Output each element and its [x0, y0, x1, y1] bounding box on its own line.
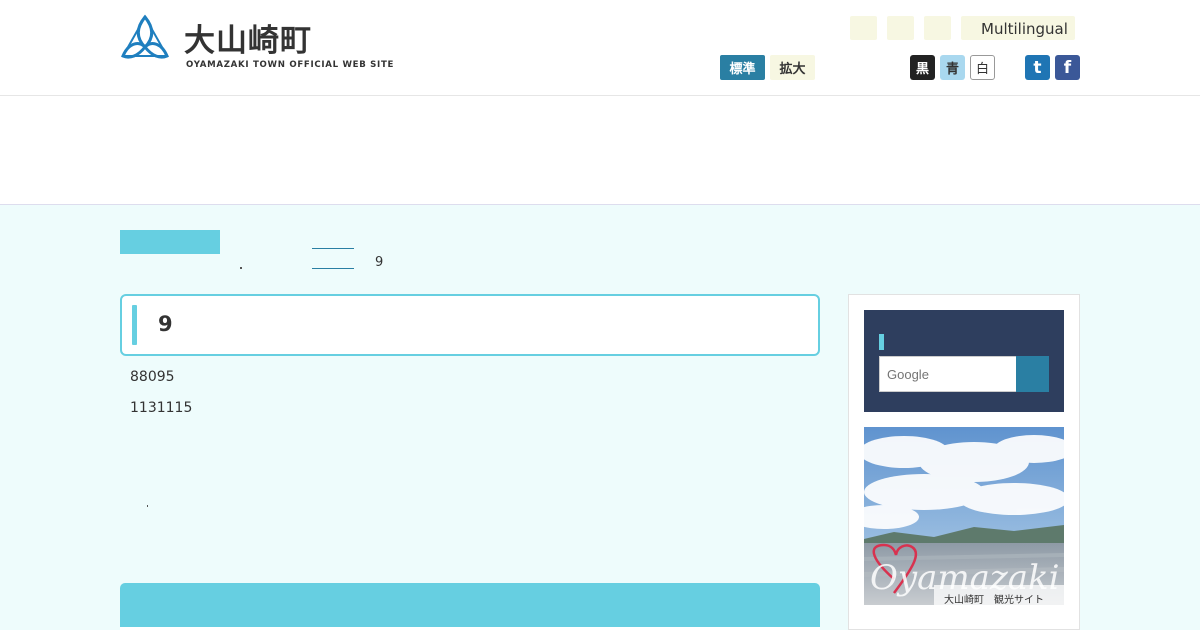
- search-input[interactable]: [879, 356, 1017, 392]
- top-nav-item-3[interactable]: [924, 16, 951, 40]
- theme-black-button[interactable]: 黒: [910, 55, 935, 80]
- body-punctuation: [147, 505, 148, 507]
- tourism-banner-caption: 大山崎町 観光サイト: [944, 595, 1044, 605]
- top-nav-item-2[interactable]: [887, 16, 914, 40]
- breadcrumb-link-2[interactable]: [312, 268, 354, 269]
- multilingual-label: Multilingual: [981, 20, 1068, 38]
- site-header: 大山崎町 OYAMAZAKI TOWN OFFICIAL WEB SITE Mu…: [0, 0, 1200, 96]
- search-button[interactable]: [1016, 356, 1049, 392]
- body-text-line: 88095: [130, 369, 175, 385]
- page-title: 9: [158, 312, 173, 336]
- twitter-icon[interactable]: t: [1025, 55, 1050, 80]
- page-title-box: 9: [120, 294, 820, 356]
- landscape-photo: Oyamazaki: [864, 427, 1064, 605]
- breadcrumb-separator: [240, 267, 242, 269]
- town-emblem-icon: [121, 14, 169, 59]
- sidebar: Oyamazaki 大山崎町 観光サイト: [848, 294, 1080, 630]
- top-nav-item-1[interactable]: [850, 16, 877, 40]
- facebook-icon[interactable]: f: [1055, 55, 1080, 80]
- theme-blue-button[interactable]: 青: [940, 55, 965, 80]
- multilingual-link[interactable]: Multilingual: [961, 16, 1075, 40]
- breadcrumb-link-1[interactable]: [312, 248, 354, 249]
- font-size-standard-button[interactable]: 標準: [720, 55, 765, 80]
- global-nav-area: [0, 96, 1200, 205]
- logo-title-jp: 大山崎町: [184, 23, 312, 59]
- breadcrumb-current: 9: [375, 255, 384, 270]
- logo-title-en: OYAMAZAKI TOWN OFFICIAL WEB SITE: [186, 60, 395, 70]
- body-text-line: 1131115: [130, 400, 193, 416]
- site-logo[interactable]: 大山崎町 OYAMAZAKI TOWN OFFICIAL WEB SITE: [120, 14, 393, 74]
- tourism-site-banner[interactable]: Oyamazaki 大山崎町 観光サイト: [864, 427, 1064, 605]
- content-panel-header: [120, 583, 820, 630]
- search-heading-accent: [879, 334, 884, 350]
- category-label: [120, 230, 220, 254]
- font-size-large-button[interactable]: 拡大: [770, 55, 815, 80]
- site-search-panel: [864, 310, 1064, 412]
- theme-white-button[interactable]: 白: [970, 55, 995, 80]
- title-accent-bar: [132, 305, 137, 345]
